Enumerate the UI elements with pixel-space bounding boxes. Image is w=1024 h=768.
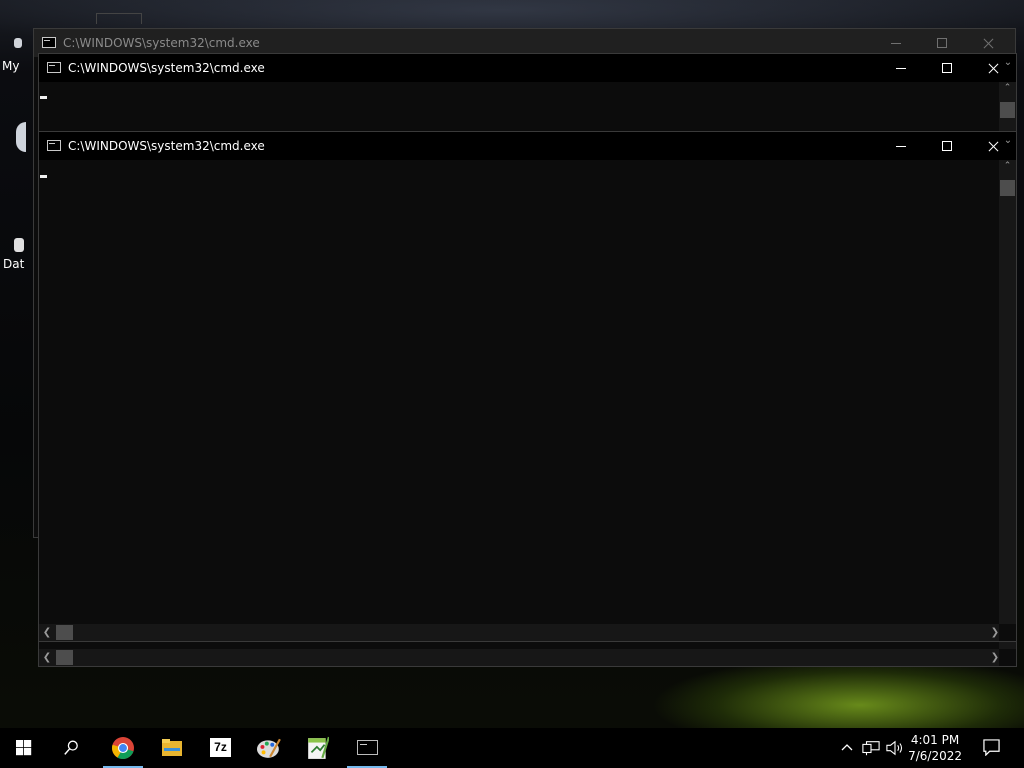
cmd-window-back-title: C:\WINDOWS\system32\cmd.exe bbox=[63, 36, 260, 50]
volume-button[interactable] bbox=[884, 728, 906, 768]
show-hidden-icons-chevron-icon bbox=[841, 744, 853, 751]
desktop-icon-my-label[interactable]: My bbox=[2, 59, 19, 73]
vertical-scroll-thumb[interactable] bbox=[1000, 102, 1015, 118]
search-button[interactable] bbox=[48, 728, 96, 768]
horizontal-scroll-thumb[interactable] bbox=[56, 650, 73, 665]
taskbar-paint[interactable] bbox=[245, 728, 293, 768]
desktop-icon-dat-label[interactable]: Dat bbox=[3, 257, 24, 271]
desktop-icon-rocket-glyph[interactable] bbox=[16, 122, 26, 152]
action-center-button[interactable] bbox=[970, 728, 1012, 768]
scroll-up-arrow-icon[interactable]: ⌃ bbox=[1003, 162, 1012, 171]
horizontal-scrollbar[interactable]: ❮ ❯ bbox=[39, 649, 999, 666]
horizontal-scrollbar[interactable]: ❮ ❯ bbox=[39, 624, 999, 641]
taskbar-7zip[interactable]: 7z bbox=[197, 728, 245, 768]
paint-palette-icon bbox=[257, 738, 281, 758]
scroll-up-arrow-icon[interactable]: ⌃ bbox=[1003, 84, 1012, 93]
horizontal-scroll-thumb[interactable] bbox=[56, 625, 73, 640]
text-cursor bbox=[40, 96, 47, 99]
windows-start-icon bbox=[16, 740, 32, 756]
cmd-window-front[interactable]: C:\WINDOWS\system32\cmd.exe ⌃ ❮ ❯ ⌄ bbox=[38, 131, 1017, 642]
scroll-left-arrow-icon[interactable]: ❮ bbox=[40, 624, 54, 641]
cmd-window-front-titlebar[interactable]: C:\WINDOWS\system32\cmd.exe bbox=[39, 132, 1016, 160]
scroll-down-arrow-icon[interactable]: ⌄ bbox=[1001, 132, 1015, 149]
scroll-left-arrow-icon[interactable]: ❮ bbox=[40, 649, 54, 666]
cmd-icon bbox=[357, 740, 378, 755]
scroll-right-arrow-icon[interactable]: ❯ bbox=[988, 649, 1002, 666]
cmd-icon bbox=[47, 62, 61, 73]
minimize-button[interactable] bbox=[878, 54, 924, 82]
maximize-button[interactable] bbox=[924, 132, 970, 160]
desktop-background-window-edge bbox=[96, 13, 142, 24]
maximize-button[interactable] bbox=[924, 54, 970, 82]
file-explorer-icon bbox=[162, 739, 182, 756]
scroll-down-arrow-icon[interactable]: ⌄ bbox=[1001, 54, 1015, 71]
start-button[interactable] bbox=[0, 728, 48, 768]
cmd-window-middle-title: C:\WINDOWS\system32\cmd.exe bbox=[68, 61, 265, 75]
taskbar-notepad-plus[interactable] bbox=[294, 728, 342, 768]
7zip-icon-text: 7z bbox=[214, 740, 227, 754]
network-button[interactable] bbox=[860, 728, 882, 768]
clock-date: 7/6/2022 bbox=[908, 749, 962, 763]
scroll-right-arrow-icon[interactable]: ❯ bbox=[988, 624, 1002, 641]
taskbar-file-explorer[interactable] bbox=[148, 728, 196, 768]
taskbar: 7z 4:01 PM 7/6/2022 bbox=[0, 728, 1024, 768]
desktop-icon-my-glyph[interactable] bbox=[14, 38, 22, 48]
7zip-icon: 7z bbox=[210, 738, 231, 757]
cmd-window-front-title: C:\WINDOWS\system32\cmd.exe bbox=[68, 139, 265, 153]
search-icon bbox=[64, 740, 78, 755]
taskbar-chrome[interactable] bbox=[99, 728, 147, 768]
clock[interactable]: 4:01 PM 7/6/2022 bbox=[908, 732, 962, 764]
text-cursor bbox=[40, 175, 47, 178]
action-center-icon bbox=[983, 739, 1000, 756]
vertical-scroll-thumb[interactable] bbox=[1000, 180, 1015, 196]
chrome-icon bbox=[112, 737, 134, 759]
cmd-window-middle-titlebar[interactable]: C:\WINDOWS\system32\cmd.exe bbox=[39, 54, 1016, 82]
volume-icon bbox=[886, 740, 903, 756]
cmd-icon bbox=[42, 37, 56, 48]
console-area[interactable] bbox=[39, 160, 999, 624]
notepad-plus-icon bbox=[308, 736, 329, 759]
vertical-scrollbar[interactable]: ⌃ bbox=[999, 160, 1016, 624]
clock-time: 4:01 PM bbox=[910, 733, 960, 747]
network-icon bbox=[862, 741, 880, 756]
cmd-icon bbox=[47, 140, 61, 151]
minimize-button[interactable] bbox=[878, 132, 924, 160]
desktop-icon-dat-glyph[interactable] bbox=[14, 238, 24, 252]
show-hidden-icons-button[interactable] bbox=[838, 728, 856, 768]
taskbar-cmd[interactable] bbox=[343, 728, 391, 768]
